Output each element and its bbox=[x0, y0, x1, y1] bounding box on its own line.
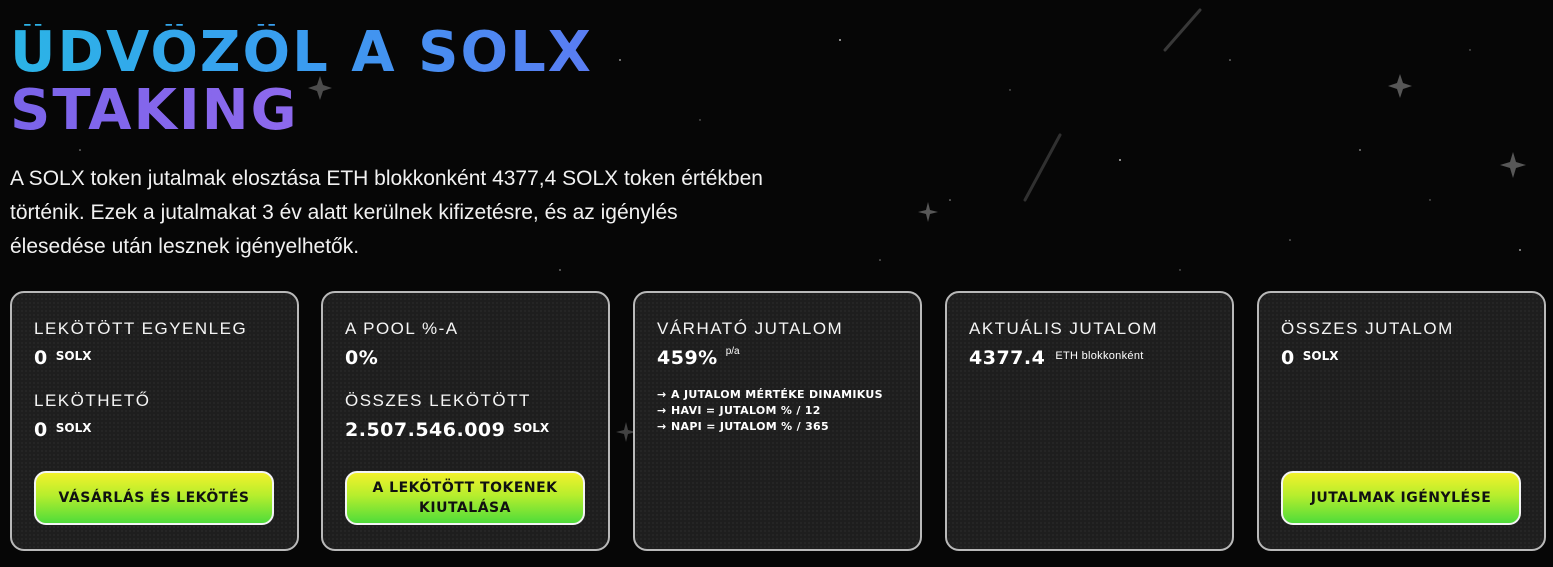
total-staked-heading: ÖSSZES LEKÖTÖTT bbox=[345, 391, 531, 410]
pool-share-value: 0% bbox=[345, 347, 379, 369]
arrow-right-icon: → bbox=[657, 388, 667, 401]
arrow-right-icon: → bbox=[657, 420, 667, 433]
total-staked-unit: SOLX bbox=[513, 421, 550, 435]
total-staked-value-row: 2.507.546.009 SOLX bbox=[345, 419, 586, 441]
arrow-right-icon: → bbox=[657, 404, 667, 417]
pool-share-value-row: 0% bbox=[345, 347, 586, 369]
staked-balance-value-row: 0 SOLX bbox=[34, 347, 275, 369]
pool-share-heading: A POOL %-A bbox=[345, 319, 459, 338]
reward-note-text: A JUTALOM MÉRTÉKE DINAMIKUS bbox=[671, 388, 883, 401]
staked-balance-card: LEKÖTÖTT EGYENLEG 0 SOLX LEKÖTHETŐ 0 SOL… bbox=[10, 291, 299, 551]
total-reward-value: 0 bbox=[1281, 347, 1295, 369]
per-annum-label: p/a bbox=[725, 346, 740, 357]
current-reward-heading: AKTUÁLIS JUTALOM bbox=[969, 319, 1158, 338]
expected-reward-heading: VÁRHATÓ JUTALOM bbox=[657, 319, 844, 338]
staked-balance-unit: SOLX bbox=[55, 349, 92, 363]
staked-balance-heading: LEKÖTÖTT EGYENLEG bbox=[34, 319, 248, 338]
expected-reward-value: 459% bbox=[657, 347, 718, 369]
total-staked-value: 2.507.546.009 bbox=[345, 419, 506, 441]
total-reward-value-row: 0 SOLX bbox=[1281, 347, 1522, 369]
withdraw-staked-tokens-button[interactable]: A LEKÖTÖTT TOKENEK KIUTALÁSA bbox=[345, 471, 585, 525]
current-reward-unit: ETH blokkonként bbox=[1055, 350, 1144, 362]
current-reward-card: AKTUÁLIS JUTALOM 4377.4 ETH blokkonként bbox=[945, 291, 1234, 551]
staked-balance-value: 0 bbox=[34, 347, 48, 369]
claim-rewards-button[interactable]: JUTALMAK IGÉNYLÉSE bbox=[1281, 471, 1521, 525]
intro-description: A SOLX token jutalmak elosztása ETH blok… bbox=[10, 167, 763, 258]
buy-and-stake-button[interactable]: VÁSÁRLÁS ÉS LEKÖTÉS bbox=[34, 471, 274, 525]
stats-cards: LEKÖTÖTT EGYENLEG 0 SOLX LEKÖTHETŐ 0 SOL… bbox=[10, 291, 1553, 551]
reward-note: → A JUTALOM MÉRTÉKE DINAMIKUS bbox=[657, 387, 898, 403]
expected-reward-card: VÁRHATÓ JUTALOM 459% p/a → A JUTALOM MÉRT… bbox=[633, 291, 922, 551]
total-reward-heading: ÖSSZES JUTALOM bbox=[1281, 319, 1454, 338]
reward-note: → HAVI = JUTALOM % / 12 bbox=[657, 403, 898, 419]
current-reward-value-row: 4377.4 ETH blokkonként bbox=[969, 347, 1210, 369]
page-title-line2: STAKING bbox=[10, 82, 593, 140]
stakeable-heading: LEKÖTHETŐ bbox=[34, 391, 151, 410]
total-reward-card: ÖSSZES JUTALOM 0 SOLX JUTALMAK IGÉNYLÉSE bbox=[1257, 291, 1546, 551]
current-reward-value: 4377.4 bbox=[969, 347, 1046, 369]
reward-note-text: HAVI = JUTALOM % / 12 bbox=[671, 404, 821, 417]
expected-reward-value-row: 459% p/a bbox=[657, 346, 898, 369]
reward-notes-list: → A JUTALOM MÉRTÉKE DINAMIKUS → HAVI = JUT… bbox=[657, 387, 898, 435]
stakeable-unit: SOLX bbox=[55, 421, 92, 435]
total-reward-unit: SOLX bbox=[1302, 349, 1339, 363]
reward-note: → NAPI = JUTALOM % / 365 bbox=[657, 419, 898, 435]
page-title: ÜDVÖZÖL A SOLX STAKING bbox=[10, 24, 593, 140]
reward-note-text: NAPI = JUTALOM % / 365 bbox=[671, 420, 829, 433]
pool-share-card: A POOL %-A 0% ÖSSZES LEKÖTÖTT 2.507.546.… bbox=[321, 291, 610, 551]
stakeable-value: 0 bbox=[34, 419, 48, 441]
shooting-star-icon bbox=[1023, 8, 1202, 202]
stakeable-value-row: 0 SOLX bbox=[34, 419, 275, 441]
page-title-line1: ÜDVÖZÖL A SOLX bbox=[10, 20, 593, 85]
